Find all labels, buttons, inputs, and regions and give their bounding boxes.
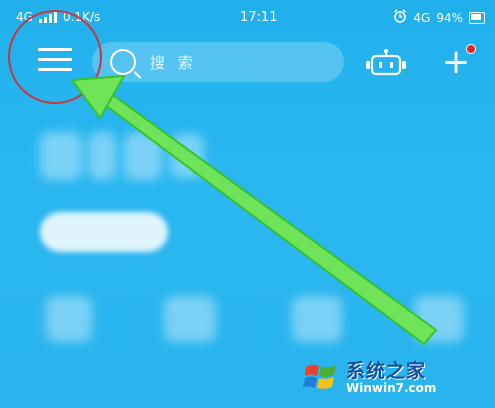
battery-icon xyxy=(469,11,485,24)
search-placeholder: 搜 索 xyxy=(150,53,197,72)
blurred-item xyxy=(88,132,116,180)
clock: 17:11 xyxy=(240,10,278,25)
highlight-circle xyxy=(8,10,102,104)
search-bar[interactable]: 搜 索 xyxy=(92,42,344,82)
battery-percent: 94% xyxy=(436,10,463,25)
blurred-item xyxy=(46,296,92,342)
blurred-item xyxy=(40,132,82,180)
search-icon xyxy=(110,49,136,75)
blurred-item xyxy=(124,132,162,180)
blurred-item xyxy=(414,296,464,342)
blurred-item xyxy=(164,296,216,342)
watermark: 系统之家 Winwin7.com xyxy=(302,352,492,404)
watermark-url: Winwin7.com xyxy=(346,380,437,395)
blurred-button xyxy=(40,212,168,252)
blurred-item xyxy=(292,296,342,342)
watermark-site-name: 系统之家 xyxy=(346,359,427,382)
blurred-item xyxy=(170,134,204,178)
network-type-right: 4G xyxy=(413,10,431,25)
windows-logo-icon xyxy=(302,359,340,397)
robot-icon[interactable] xyxy=(364,48,408,80)
alarm-icon xyxy=(393,9,407,26)
notification-dot xyxy=(466,44,476,54)
